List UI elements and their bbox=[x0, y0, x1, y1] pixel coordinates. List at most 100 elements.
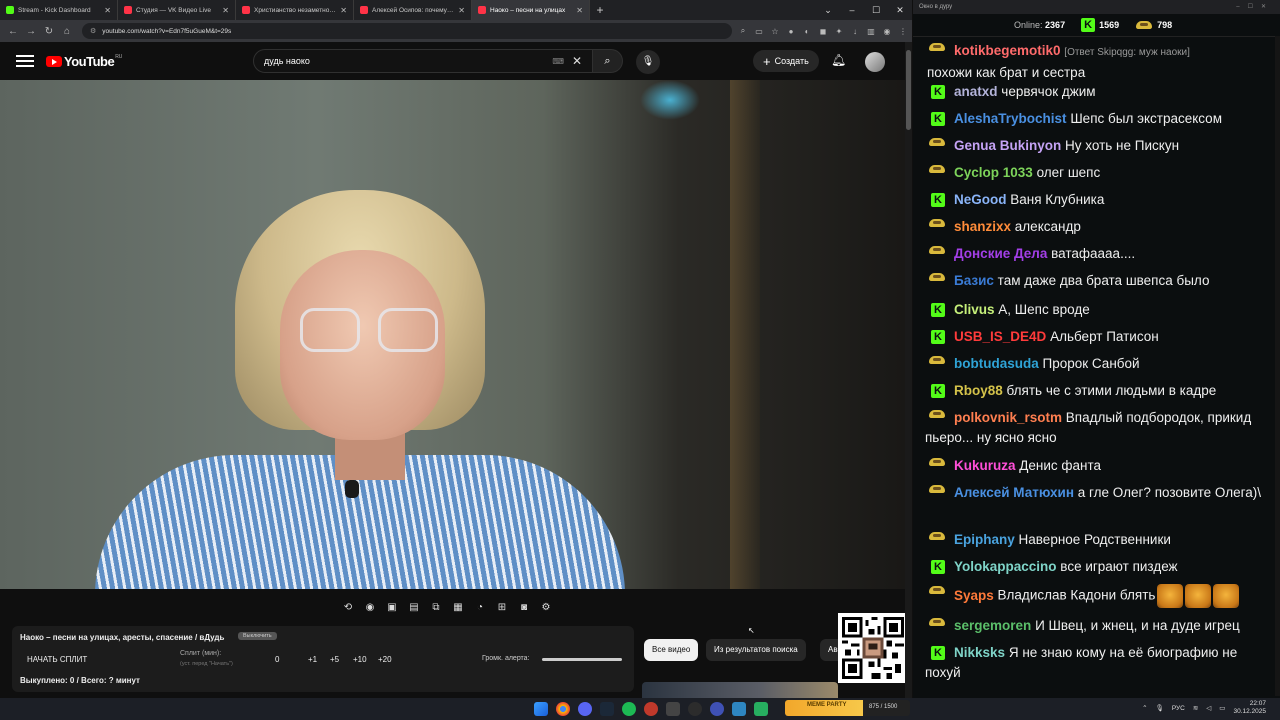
search-input[interactable]: дудь наоко ⌨ ✕ bbox=[253, 49, 593, 73]
back-icon[interactable]: ← bbox=[4, 26, 22, 37]
app-icon[interactable] bbox=[754, 702, 768, 716]
chat-username[interactable]: NeGood bbox=[954, 192, 1007, 207]
windows-start-icon[interactable] bbox=[534, 702, 548, 716]
close-tab-icon[interactable]: ✕ bbox=[340, 6, 347, 15]
chat-username[interactable]: Clivus bbox=[954, 302, 995, 317]
chat-window-controls[interactable]: –☐✕ bbox=[1236, 0, 1274, 14]
chat-username[interactable]: Rboy88 bbox=[954, 383, 1003, 398]
close-tab-icon[interactable]: ✕ bbox=[222, 6, 229, 15]
discord-icon[interactable] bbox=[578, 702, 592, 716]
speed-icon[interactable]: ◔ bbox=[472, 602, 488, 613]
loop-icon[interactable]: ⟲ bbox=[340, 602, 356, 613]
voice-search-button[interactable]: 🎙︎ bbox=[636, 50, 660, 74]
avatar[interactable] bbox=[865, 52, 885, 72]
puzzle-icon[interactable]: ✦ bbox=[834, 27, 844, 36]
page-scrollbar[interactable] bbox=[905, 42, 912, 698]
minimize-icon[interactable]: – bbox=[840, 0, 864, 20]
profile-icon[interactable]: ◉ bbox=[882, 27, 892, 36]
keyboard-icon[interactable]: ⌨ bbox=[552, 57, 564, 66]
chat-username[interactable]: sergemoren bbox=[954, 618, 1031, 633]
app-icon[interactable] bbox=[644, 702, 658, 716]
chat-username[interactable]: Алексей Матюхин bbox=[954, 485, 1074, 500]
wifi-icon[interactable]: ≋ bbox=[1193, 704, 1198, 712]
chat-message-list[interactable]: kotikbegemotik0 [Ответ Skipqgg: муж наок… bbox=[925, 36, 1275, 696]
app-icon[interactable] bbox=[732, 702, 746, 716]
chat-username[interactable]: bobtudasuda bbox=[954, 356, 1039, 371]
chat-username[interactable]: USB_IS_DE4D bbox=[954, 329, 1046, 344]
alert-volume-slider[interactable] bbox=[542, 658, 622, 661]
maximize-icon[interactable]: ☐ bbox=[864, 0, 888, 20]
home-icon[interactable]: ⌂ bbox=[58, 26, 76, 37]
browser-tab[interactable]: Христианство незаметно укра ✕ bbox=[236, 0, 354, 20]
start-split-button[interactable]: НАЧАТЬ СПЛИТ bbox=[27, 655, 87, 664]
reload-icon[interactable]: ↻ bbox=[40, 26, 58, 37]
spotify-icon[interactable] bbox=[622, 702, 636, 716]
browser-tab[interactable]: Студия — VK Видео Live ✕ bbox=[118, 0, 236, 20]
battery-icon[interactable]: ▭ bbox=[1219, 704, 1225, 712]
close-tab-icon[interactable]: ✕ bbox=[458, 6, 465, 15]
close-tab-icon[interactable]: ✕ bbox=[104, 6, 111, 15]
chrome-icon[interactable] bbox=[556, 702, 570, 716]
chat-username[interactable]: kotikbegemotik0 bbox=[954, 43, 1061, 58]
forward-icon[interactable]: → bbox=[22, 26, 40, 37]
chat-username[interactable]: AleshaTrybochist bbox=[954, 111, 1067, 126]
chat-username[interactable]: Syaps bbox=[954, 588, 994, 603]
chat-username[interactable]: Yolokappaccino bbox=[954, 559, 1057, 574]
hamburger-menu-icon[interactable] bbox=[16, 55, 34, 67]
chat-username[interactable]: Донские Дела bbox=[954, 246, 1047, 261]
chat-username[interactable]: Базис bbox=[954, 273, 994, 288]
notifications-bell-icon[interactable]: 🔔︎ bbox=[831, 53, 846, 67]
cast-icon[interactable]: ▭ bbox=[754, 27, 764, 36]
chip-all-videos[interactable]: Все видео bbox=[644, 639, 699, 661]
chat-username[interactable]: Genua Bukinyon bbox=[954, 138, 1061, 153]
bookmark-star-icon[interactable]: ☆ bbox=[770, 27, 780, 36]
recommended-thumbnail[interactable] bbox=[642, 682, 838, 698]
fullscreen-window-icon[interactable]: ▦ bbox=[450, 602, 466, 613]
mic-tray-icon[interactable]: 🎙︎ bbox=[1156, 704, 1164, 712]
meme-party-widget[interactable]: MEME PARTY 875 / 1500 bbox=[785, 700, 910, 716]
split-add-20-button[interactable]: +20 bbox=[378, 655, 392, 664]
pip-icon[interactable]: ⧉ bbox=[428, 602, 444, 613]
cinema-icon[interactable]: ▣ bbox=[384, 602, 400, 613]
chat-username[interactable]: Kukuruza bbox=[954, 458, 1016, 473]
close-tab-icon[interactable]: ✕ bbox=[576, 6, 583, 15]
chat-username[interactable]: polkovnik_rsotm bbox=[954, 410, 1062, 425]
zoom-icon[interactable]: ⌕ bbox=[738, 26, 748, 36]
chat-username[interactable]: shanzixx bbox=[954, 219, 1011, 234]
site-info-icon[interactable]: ⚙ bbox=[90, 27, 96, 35]
tab-search-icon[interactable]: ⌄ bbox=[816, 0, 840, 20]
language-indicator[interactable]: РУС bbox=[1172, 705, 1185, 712]
browser-tab[interactable]: Алексей Осипов: почему Бог ✕ bbox=[354, 0, 472, 20]
chat-username[interactable]: Cyclop 1033 bbox=[954, 165, 1033, 180]
app-icon[interactable] bbox=[688, 702, 702, 716]
chat-username[interactable]: Nikksks bbox=[954, 645, 1005, 660]
split-icon[interactable]: ▥ bbox=[866, 27, 876, 36]
browser-tab[interactable]: Stream - Kick Dashboard ✕ bbox=[0, 0, 118, 20]
volume-icon[interactable]: ◁ bbox=[1206, 704, 1211, 712]
close-window-icon[interactable]: ✕ bbox=[888, 0, 912, 20]
split-add-5-button[interactable]: +5 bbox=[330, 655, 339, 664]
extension-icon[interactable]: ◼ bbox=[818, 27, 828, 36]
clapper-icon[interactable]: ▤ bbox=[406, 602, 422, 613]
video-player[interactable] bbox=[0, 80, 905, 589]
chat-username[interactable]: anatxd bbox=[954, 84, 998, 99]
audio-icon[interactable]: ◉ bbox=[362, 602, 378, 613]
chat-username[interactable]: Epiphany bbox=[954, 532, 1015, 547]
tray-expand-icon[interactable]: ⌃ bbox=[1142, 704, 1147, 712]
clock[interactable]: 22:07 30.12.2025 bbox=[1233, 700, 1266, 716]
screenshot-icon[interactable]: ◙ bbox=[516, 602, 532, 613]
app-icon[interactable] bbox=[710, 702, 724, 716]
split-add-10-button[interactable]: +10 bbox=[353, 655, 367, 664]
app-icon[interactable] bbox=[666, 702, 680, 716]
split-toggle-button[interactable]: Выключить bbox=[238, 632, 277, 640]
clear-search-icon[interactable]: ✕ bbox=[572, 54, 582, 68]
create-button[interactable]: + Создать bbox=[753, 50, 819, 72]
chip-from-search[interactable]: Из результатов поиска bbox=[706, 639, 806, 661]
chat-scrollbar[interactable] bbox=[1275, 36, 1280, 696]
extension-icon[interactable]: ● bbox=[786, 27, 796, 36]
download-icon[interactable]: ↓ bbox=[850, 27, 860, 36]
url-field[interactable]: ⚙ youtube.com/watch?v=Edn7f5uGueM&t=29s bbox=[82, 23, 732, 39]
new-tab-button[interactable]: + bbox=[590, 0, 610, 20]
settings-gear-icon[interactable]: ⚙ bbox=[538, 602, 554, 613]
search-button[interactable]: ⌕ bbox=[593, 49, 623, 73]
